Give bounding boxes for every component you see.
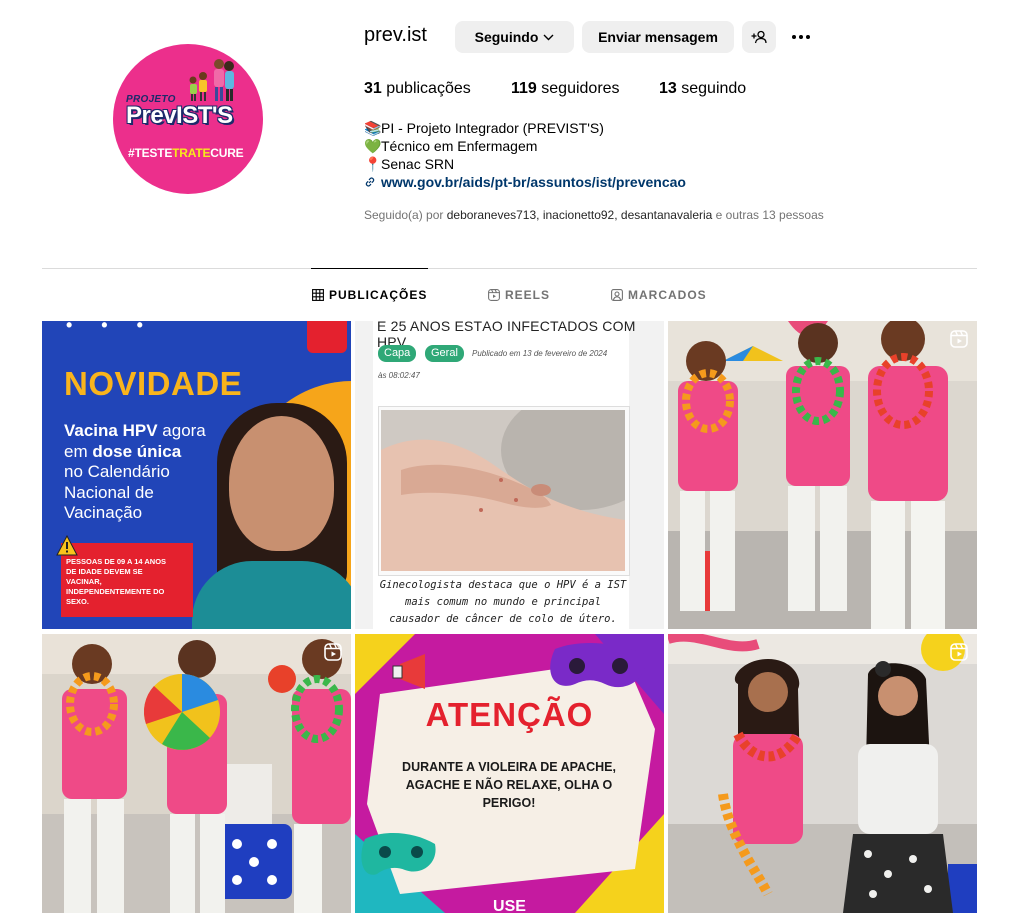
followed-by-separator-1: , bbox=[536, 208, 540, 222]
bio-line-1: 📚PI - Projeto Integrador (PREVIST'S) bbox=[364, 119, 604, 137]
photo-face bbox=[229, 416, 334, 551]
reels-icon bbox=[324, 643, 342, 661]
followed-by-user-2[interactable]: inacionetto92 bbox=[543, 208, 614, 222]
bio-line-1-text: PI - Projeto Integrador (PREVIST'S) bbox=[381, 120, 604, 136]
bio-link-row[interactable]: www.gov.br/aids/pt-br/assuntos/ist/preve… bbox=[364, 173, 686, 191]
add-person-icon bbox=[751, 30, 767, 44]
article-photo bbox=[381, 410, 625, 571]
bio-line-2: 💚Técnico em Enfermagem bbox=[364, 137, 537, 155]
bio-line-3-text: Senac SRN bbox=[381, 156, 455, 172]
followed-by-user-1[interactable]: deboraneves713 bbox=[447, 208, 536, 222]
decorative-dots: • • • bbox=[66, 321, 155, 335]
followed-by-prefix: Seguido(a) por bbox=[364, 208, 444, 222]
reels-icon bbox=[488, 289, 500, 301]
post-thumbnail[interactable] bbox=[668, 321, 977, 629]
post-text-4: Nacional de bbox=[64, 482, 154, 502]
posts-count: 31 bbox=[364, 80, 382, 97]
post-message: DURANTE A VIOLEIRA DE APACHE, AGACHE E N… bbox=[402, 760, 616, 810]
bio-line-3: 📍Senac SRN bbox=[364, 155, 454, 173]
following-button[interactable]: Seguindo bbox=[455, 21, 574, 53]
article-headline: E 25 ANOS ESTÃO INFECTADOS COM HPV bbox=[377, 321, 636, 350]
post-text-5: Vacinação bbox=[64, 503, 143, 522]
decorative-shape bbox=[307, 321, 347, 353]
avatar-hashtag-part3: CURE bbox=[210, 146, 244, 160]
suggested-accounts-button[interactable] bbox=[742, 21, 776, 53]
more-dot bbox=[806, 35, 810, 39]
post-thumbnail[interactable] bbox=[42, 634, 351, 913]
post-thumbnail[interactable] bbox=[668, 634, 977, 913]
tab-reels[interactable]: REELS bbox=[488, 288, 550, 302]
bio-link[interactable]: www.gov.br/aids/pt-br/assuntos/ist/preve… bbox=[381, 174, 686, 190]
tagged-icon bbox=[611, 289, 623, 301]
post-title: ATENÇÃO bbox=[425, 696, 594, 733]
post-text: Vacina HPV agora em dose única no Calend… bbox=[64, 421, 224, 524]
followed-by-user-3[interactable]: desantanavaleria bbox=[621, 208, 712, 222]
post-thumbnail[interactable]: E 25 ANOS ESTÃO INFECTADOS COM HPV Capa … bbox=[355, 321, 664, 629]
post-title: NOVIDADE bbox=[64, 365, 243, 402]
avatar-brand-text: PrevIST'S bbox=[126, 102, 233, 129]
following-label: seguindo bbox=[681, 80, 747, 97]
pin-icon: 📍 bbox=[364, 156, 382, 172]
reels-icon bbox=[950, 330, 968, 348]
publish-date: Publicado em 13 de fevereiro de 2024 bbox=[472, 349, 608, 358]
family-illustration-icon bbox=[189, 59, 234, 101]
publish-time: às 08:02:47 bbox=[378, 371, 420, 380]
avatar-hashtag-part1: #TESTE bbox=[128, 146, 173, 160]
followed-by-text[interactable]: Seguido(a) por deboraneves713, inacionet… bbox=[364, 208, 824, 222]
posts-label: publicações bbox=[386, 80, 471, 97]
category-chip: Geral bbox=[425, 345, 464, 362]
reel-photo-illustration bbox=[668, 321, 977, 629]
books-icon: 📚 bbox=[364, 120, 382, 136]
tab-tagged[interactable]: MARCADOS bbox=[611, 288, 707, 302]
following-count: 13 bbox=[659, 80, 677, 97]
reel-photo-illustration bbox=[668, 634, 977, 913]
post-bottom-text: USE bbox=[493, 898, 526, 913]
more-options-button[interactable] bbox=[786, 21, 816, 53]
post-text-1b: agora bbox=[157, 421, 206, 440]
followers-stat[interactable]: 119 seguidores bbox=[511, 80, 620, 98]
post-thumbnail[interactable]: ATENÇÃO DURANTE A VIOLEIRA DE APACHE, AG… bbox=[355, 634, 664, 913]
followers-count: 119 bbox=[511, 80, 537, 97]
active-tab-indicator bbox=[311, 268, 428, 269]
hand-photo-illustration bbox=[381, 410, 625, 571]
post-text-3: no Calendário bbox=[64, 462, 170, 481]
category-chip: Capa bbox=[378, 345, 417, 362]
avatar-hashtag-part2: TRATE bbox=[172, 146, 211, 160]
profile-avatar[interactable]: PROJETO PrevIST'S #TESTETRATECURE bbox=[113, 44, 263, 194]
followed-by-separator-2: , bbox=[614, 208, 618, 222]
bio-line-2-text: Técnico em Enfermagem bbox=[381, 138, 538, 154]
tab-posts-label: PUBLICAÇÕES bbox=[329, 288, 428, 302]
post-text-1a: Vacina HPV bbox=[64, 421, 158, 440]
chevron-down-icon bbox=[543, 34, 554, 40]
more-dot bbox=[799, 35, 803, 39]
photo-shirt bbox=[192, 561, 351, 629]
tabs-divider bbox=[42, 268, 977, 269]
avatar-hashtag: #TESTETRATECURE bbox=[128, 146, 244, 160]
tab-tagged-label: MARCADOS bbox=[628, 288, 707, 302]
profile-username[interactable]: prev.ist bbox=[364, 24, 427, 47]
tab-posts[interactable]: PUBLICAÇÕES bbox=[312, 288, 427, 302]
followers-label: seguidores bbox=[541, 80, 620, 97]
reels-icon bbox=[950, 643, 968, 661]
more-horizontal-icon bbox=[792, 35, 796, 39]
warning-icon bbox=[56, 535, 78, 556]
link-icon bbox=[365, 177, 375, 187]
green-heart-icon: 💚 bbox=[364, 138, 382, 154]
tab-reels-label: REELS bbox=[505, 288, 551, 302]
post-text-2b: dose única bbox=[92, 441, 182, 461]
followed-by-suffix: e outras 13 pessoas bbox=[715, 208, 824, 222]
reel-photo-illustration bbox=[42, 634, 351, 913]
article-caption: Ginecologista destaca que o HPV é a IST … bbox=[379, 579, 627, 625]
following-stat[interactable]: 13 seguindo bbox=[659, 80, 746, 98]
grid-icon bbox=[312, 289, 324, 301]
post-text-2a: em bbox=[64, 441, 93, 461]
following-button-label: Seguindo bbox=[474, 29, 539, 45]
post-thumbnail[interactable]: • • • NOVIDADE Vacina HPV agora em dose … bbox=[42, 321, 351, 629]
warning-text: PESSOAS DE 09 A 14 ANOS DE IDADE DEVEM S… bbox=[66, 557, 167, 606]
send-message-button[interactable]: Enviar mensagem bbox=[582, 21, 734, 53]
posts-count-stat: 31 publicações bbox=[364, 80, 471, 98]
